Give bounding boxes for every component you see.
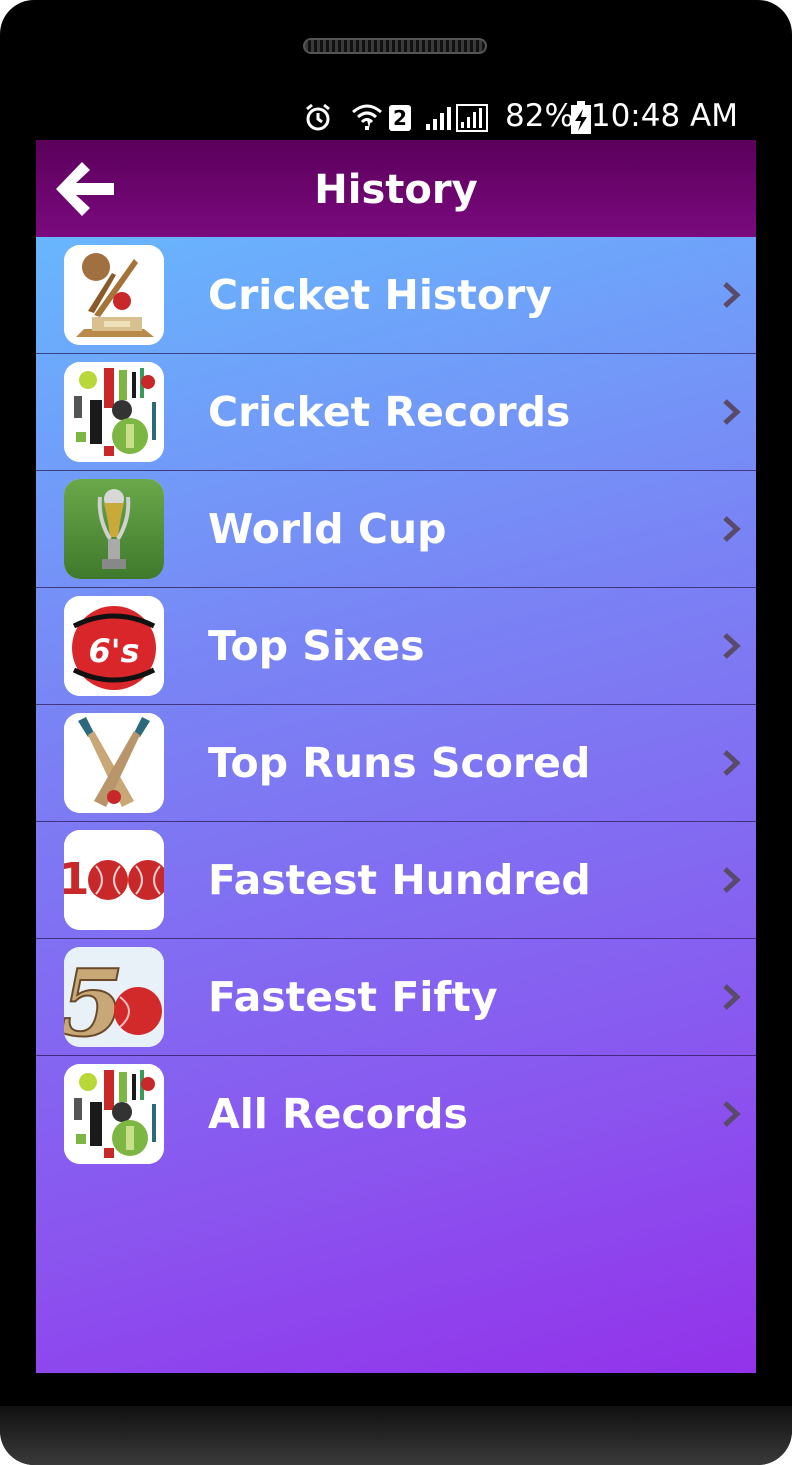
menu-item-top-runs-scored[interactable]: Top Runs Scored [36,705,756,822]
sim-badge: 2 [389,105,411,131]
phone-frame: 2 82% 10:48 AM History Cricket History C… [0,0,792,1465]
menu-item-label: Top Sixes [208,622,425,670]
fifty-icon: 5 [64,947,164,1047]
chevron-right-icon [723,867,741,893]
wifi-icon [352,104,382,130]
chevron-right-icon [723,750,741,776]
menu-item-label: All Records [208,1090,468,1138]
app-screen: History Cricket History Cricket Records … [36,140,756,1373]
menu-item-world-cup[interactable]: World Cup [36,471,756,588]
chevron-right-icon [723,633,741,659]
menu-item-label: Cricket History [208,271,552,319]
fifty-text: 5 [64,949,124,1047]
page-title: History [314,167,478,213]
menu-item-fastest-hundred[interactable]: 1 Fastest Hundred [36,822,756,939]
menu-item-top-sixes[interactable]: 6's Top Sixes [36,588,756,705]
hundred-one-text: 1 [64,854,89,905]
chevron-right-icon [723,399,741,425]
phone-bottom-bezel [0,1406,792,1465]
speaker-grille [303,38,487,54]
menu-item-cricket-records[interactable]: Cricket Records [36,354,756,471]
menu-item-all-records[interactable]: All Records [36,1056,756,1173]
app-bar: History [36,140,756,237]
signal-icon-2 [456,104,488,132]
cricket-collage-icon [64,362,164,462]
menu-item-label: Top Runs Scored [208,739,591,787]
battery-percent: 82% [505,98,574,134]
clock: 10:48 AM [590,98,738,134]
world-cup-icon [64,479,164,579]
menu-item-cricket-history[interactable]: Cricket History [36,237,756,354]
trophy-icon [64,245,164,345]
hundred-icon: 1 [64,830,164,930]
sixes-ball-icon: 6's [64,596,164,696]
signal-icon [426,107,451,130]
crossed-bats-icon [64,713,164,813]
menu-item-label: Fastest Fifty [208,973,498,1021]
alarm-icon [306,103,330,131]
chevron-right-icon [723,984,741,1010]
chevron-right-icon [723,282,741,308]
menu-item-label: World Cup [208,505,447,553]
chevron-right-icon [723,1101,741,1127]
sixes-text: 6's [88,632,139,670]
menu-item-label: Cricket Records [208,388,571,436]
menu-item-label: Fastest Hundred [208,856,591,904]
history-menu-list: Cricket History Cricket Records World Cu… [36,237,756,1173]
back-arrow-icon[interactable] [52,158,118,220]
menu-item-fastest-fifty[interactable]: 5 Fastest Fifty [36,939,756,1056]
chevron-right-icon [723,516,741,542]
cricket-collage-icon [64,1064,164,1164]
status-bar: 2 82% 10:48 AM [36,96,756,140]
battery-charging-icon [571,101,591,134]
